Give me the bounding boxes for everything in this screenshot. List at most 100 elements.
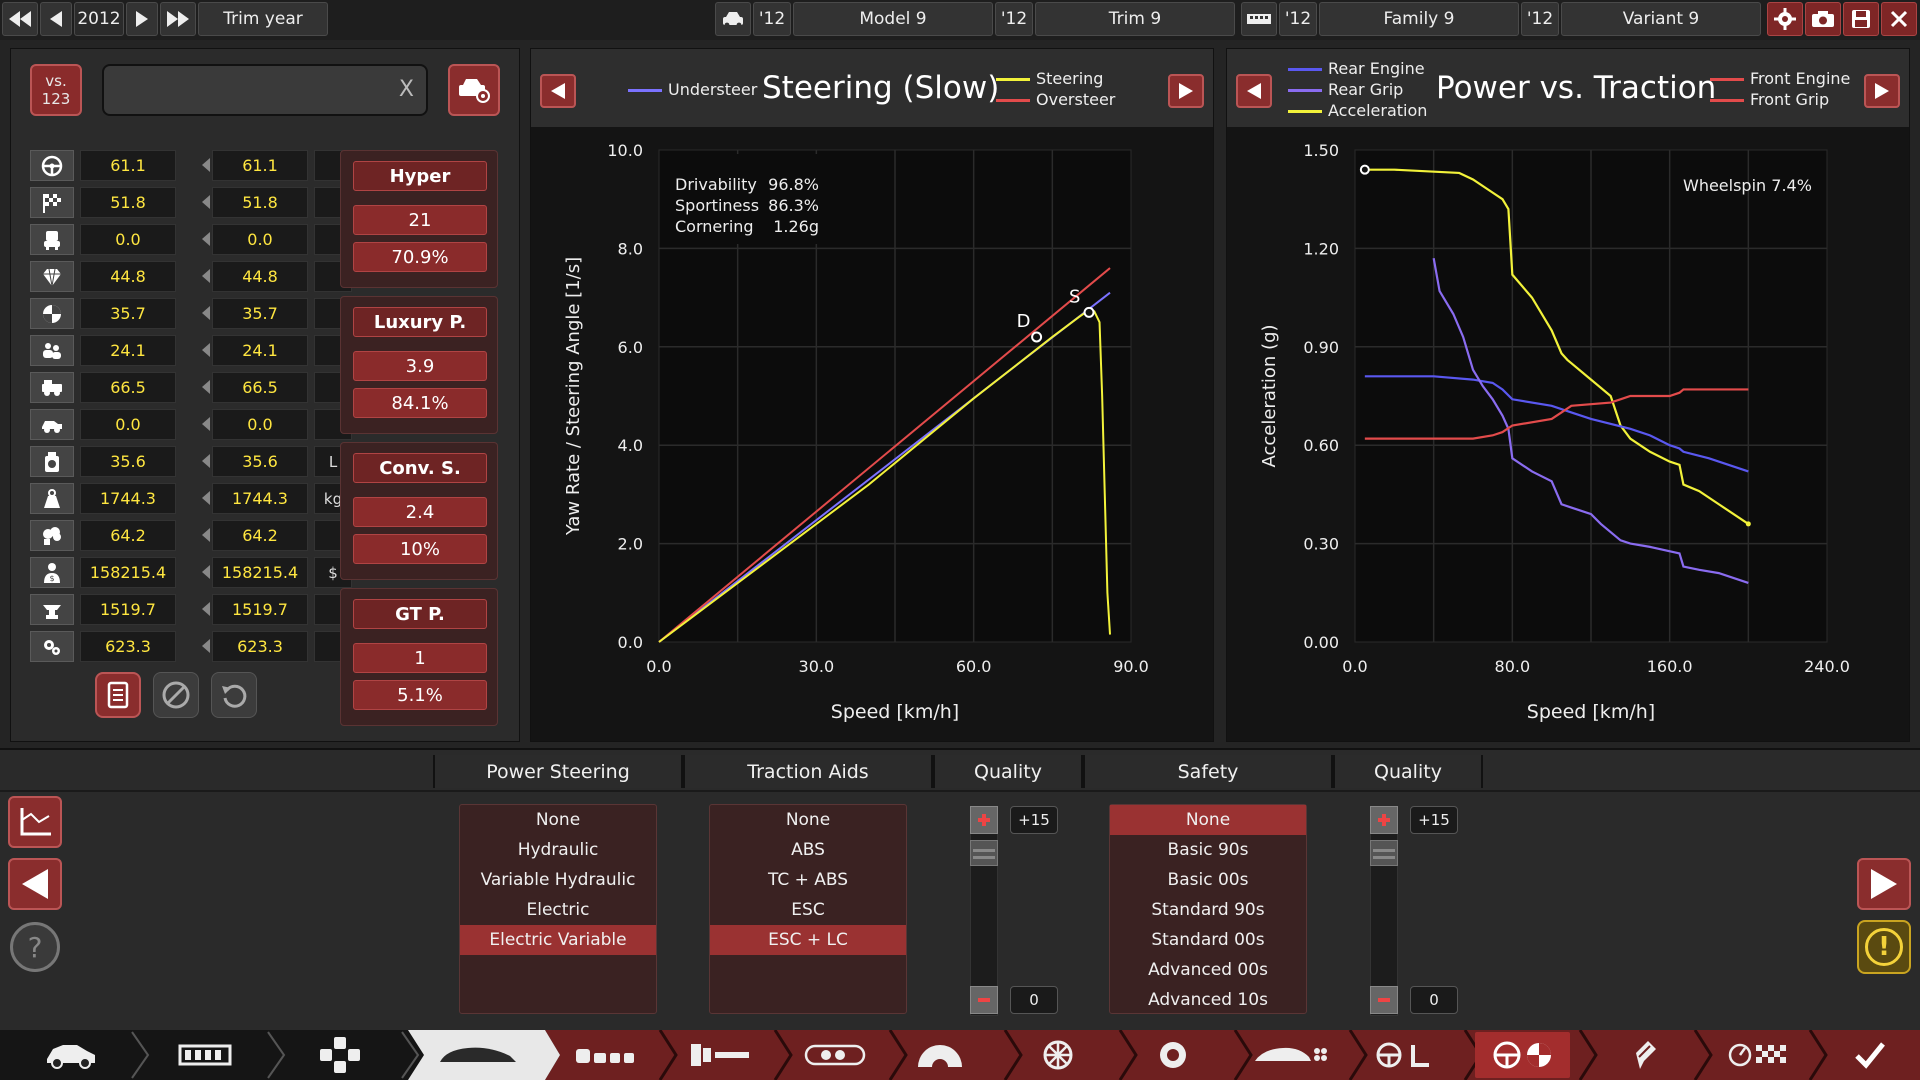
nav-suspension-icon[interactable] [300,1032,380,1078]
car-select-button[interactable] [448,64,500,116]
stat-label: Sportiness [675,196,759,215]
back-button[interactable] [8,858,62,910]
stat-value-current: 158215.4 [80,557,176,588]
legend-oversteer: Oversteer [996,90,1115,109]
nav-tire-icon[interactable] [1133,1032,1213,1078]
power-steering-option[interactable]: Variable Hydraulic [460,865,656,895]
nav-chassis-icon[interactable] [165,1032,245,1078]
safety-option[interactable]: None [1110,805,1306,835]
stat-value-compare: 0.0 [212,224,308,255]
help-button[interactable]: ? [10,922,60,972]
safety-option[interactable]: Basic 90s [1110,835,1306,865]
quality2-plus-button[interactable] [1370,806,1398,834]
trim-year-button[interactable]: Trim year [198,2,328,36]
nav-steering-safety-icon[interactable] [1475,1032,1570,1078]
stat-row: 35.7 35.7 [30,296,352,329]
traction-aids-option[interactable]: ESC [710,895,906,925]
traction-aids-option[interactable]: TC + ABS [710,865,906,895]
nav-body-shape-icon[interactable] [428,1032,528,1078]
steering-chart-title: Steering (Slow) [762,70,1000,106]
stat-value-compare: 1519.7 [212,594,308,625]
rewind-icon[interactable] [2,2,38,36]
stat-row: 0.0 0.0 [30,222,352,255]
nav-test-track-icon[interactable] [1715,1032,1805,1078]
power-steering-option[interactable]: None [460,805,656,835]
power-steering-option[interactable]: Electric [460,895,656,925]
nav-aero-icon[interactable] [1245,1032,1335,1078]
quality2-header: Quality [1333,755,1483,788]
prev-year-button[interactable] [40,2,72,36]
y-tick-label: 4.0 [618,436,643,455]
trim-year[interactable]: '12 [995,2,1033,36]
traction-aids-option[interactable]: ABS [710,835,906,865]
reset-button[interactable] [211,672,257,718]
quality2-minus-button[interactable] [1370,986,1398,1014]
safety-option[interactable]: Advanced 00s [1110,955,1306,985]
y-tick-label: 10.0 [607,141,643,160]
compare-search-input[interactable]: X [102,64,428,116]
class-name: Luxury P. [353,307,487,337]
compare-arrow-icon [202,491,210,505]
class-suitability: 5.1% [353,680,487,710]
family-select[interactable]: Family 9 [1319,2,1519,36]
market-class-card[interactable]: Hyper 21 70.9% [340,150,498,288]
class-suitability: 10% [353,534,487,564]
nav-finish-check-icon[interactable] [1830,1032,1910,1078]
axes-view-button[interactable] [8,796,62,848]
nav-steering-l-icon[interactable] [1365,1032,1445,1078]
quality2-slider-handle[interactable] [1370,840,1398,866]
traction-prev-button[interactable] [1236,74,1272,108]
quality2-slider[interactable] [1370,806,1398,1016]
quality1-slider-handle[interactable] [970,840,998,866]
power-steering-option[interactable]: Electric Variable [460,925,656,955]
trim-select[interactable]: Trim 9 [1035,2,1235,36]
market-class-card[interactable]: Luxury P. 3.9 84.1% [340,296,498,434]
car-front-icon[interactable] [715,2,751,36]
quality1-plus-button[interactable] [970,806,998,834]
model-select[interactable]: Model 9 [793,2,993,36]
safety-option[interactable]: Advanced 10s [1110,985,1306,1015]
model-year[interactable]: '12 [753,2,791,36]
traction-next-button[interactable] [1864,74,1900,108]
warning-button[interactable]: ! [1857,920,1911,974]
class-suitability: 70.9% [353,242,487,272]
x-tick-label: 0.0 [1342,657,1367,676]
class-rank: 1 [353,643,487,673]
engine-block-icon[interactable] [1241,2,1277,36]
safety-option[interactable]: Standard 90s [1110,895,1306,925]
variant-select[interactable]: Variant 9 [1561,2,1761,36]
fast-forward-icon[interactable] [160,2,196,36]
variant-year[interactable]: '12 [1521,2,1559,36]
quality1-minus-button[interactable] [970,986,998,1014]
quality1-slider[interactable] [970,806,998,1016]
power-steering-option[interactable]: Hydraulic [460,835,656,865]
market-class-card[interactable]: GT P. 1 5.1% [340,588,498,726]
clear-search-button[interactable]: X [399,77,414,102]
nav-wheel-icon[interactable] [1018,1032,1098,1078]
report-button[interactable] [95,672,141,718]
forward-button[interactable] [1857,858,1911,910]
close-icon[interactable] [1881,2,1917,36]
save-disk-icon[interactable] [1843,2,1879,36]
x-tick-label: 80.0 [1495,657,1531,676]
camera-icon[interactable] [1805,2,1841,36]
settings-gear-icon[interactable] [1767,2,1803,36]
family-year[interactable]: '12 [1279,2,1317,36]
next-year-button[interactable] [126,2,158,36]
nav-car-body-icon[interactable] [30,1032,110,1078]
nav-exhaust-icon[interactable] [795,1032,875,1078]
traction-aids-option[interactable]: ESC + LC [710,925,906,955]
compare-vs-button[interactable]: vs. 123 [30,64,82,116]
nav-engine-block-icon[interactable] [680,1032,760,1078]
traction-aids-option[interactable]: None [710,805,906,835]
stat-value-current: 61.1 [80,150,176,181]
steering-prev-button[interactable] [540,74,576,108]
safety-option[interactable]: Basic 00s [1110,865,1306,895]
steering-next-button[interactable] [1168,74,1204,108]
disable-button[interactable] [153,672,199,718]
safety-option[interactable]: Standard 00s [1110,925,1306,955]
nav-gearbox-icon[interactable] [900,1032,980,1078]
market-class-card[interactable]: Conv. S. 2.4 10% [340,442,498,580]
nav-interior-icon[interactable] [565,1032,645,1078]
nav-paint-icon[interactable] [1605,1032,1685,1078]
